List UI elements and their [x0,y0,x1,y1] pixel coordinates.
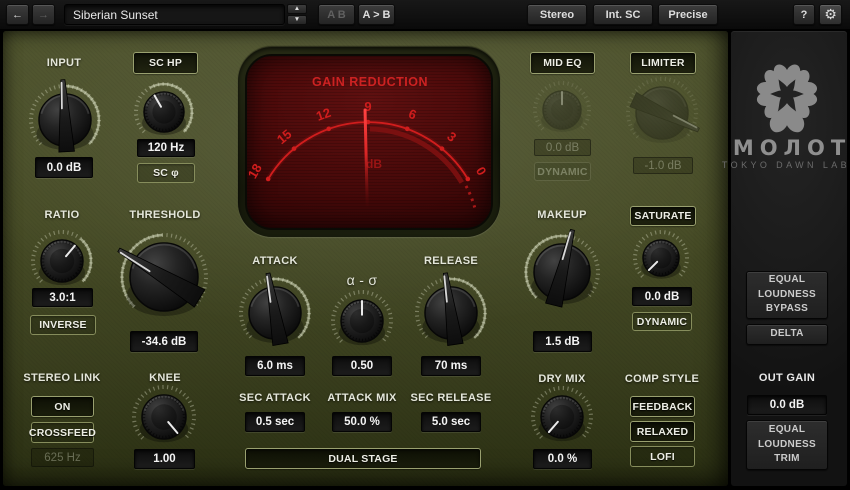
preset-name-field[interactable]: Siberian Sunset [64,4,285,25]
product-name: МОЛОТ [727,136,850,160]
arrow-right-icon: → [38,9,49,21]
preset-name: Siberian Sunset [73,8,158,22]
preset-down-button[interactable]: ▼ [287,15,307,25]
gear-icon: ⚙ [824,7,837,23]
saturate-knob[interactable] [626,223,696,293]
sec-attack-value[interactable]: 0.5 sec [245,412,305,432]
mid-eq-dynamic-button: DYNAMIC [534,162,591,181]
svg-text:GAIN REDUCTION: GAIN REDUCTION [312,75,428,89]
ab-copy-button[interactable]: A > B [358,4,395,25]
settings-button[interactable]: ⚙ [819,4,842,25]
triangle-down-icon: ▼ [294,17,300,24]
svg-text:6: 6 [407,106,419,123]
meter-glass: GAIN REDUCTION1815129630dB [245,54,493,230]
release-knob[interactable] [403,265,499,361]
svg-text:15: 15 [274,126,295,147]
sidechain-mode-button[interactable]: Int. SC [593,4,653,25]
out-gain-label: OUT GAIN [759,372,815,384]
svg-text:dB: dB [366,157,382,171]
equal-loudness-trim-button[interactable]: EQUAL LOUDNESS TRIM [746,420,828,470]
inverse-toggle-button[interactable]: INVERSE [30,315,96,335]
comp-style-label: COMP STYLE [625,373,699,385]
quality-mode-button[interactable]: Precise [658,4,718,25]
attack-mix-label: ATTACK MIX [327,392,396,404]
ratio-knob[interactable] [22,221,102,301]
threshold-knob[interactable] [103,216,225,338]
help-button[interactable]: ? [793,4,815,25]
sec-attack-label: SEC ATTACK [239,392,311,404]
preset-up-button[interactable]: ▲ [287,4,307,14]
ratio-label: RATIO [45,209,80,221]
dual-stage-button[interactable]: DUAL STAGE [245,448,481,469]
arrow-left-icon: ← [12,9,23,21]
svg-text:0: 0 [473,164,490,178]
comp-style-feedback-button[interactable]: FEEDBACK [630,396,695,417]
sc-phase-button[interactable]: SC φ [137,163,195,183]
comp-style-lofi-button[interactable]: LOFI [630,446,695,467]
equal-loudness-bypass-button[interactable]: EQUAL LOUDNESS BYPASS [746,271,828,319]
sc-hp-toggle-button[interactable]: SC HP [133,52,198,74]
alpha-sigma-knob[interactable] [322,281,402,361]
meter-needle [365,110,367,208]
meter-scale: GAIN REDUCTION1815129630dB [247,56,493,230]
delta-button[interactable]: DELTA [746,324,828,345]
svg-text:12: 12 [314,105,333,124]
preset-forward-button[interactable]: → [32,4,55,25]
crossfeed-freq-value: 625 Hz [31,448,94,467]
svg-text:18: 18 [247,161,265,181]
gain-reduction-meter: GAIN REDUCTION1815129630dB [238,47,500,237]
plugin-window: ← → Siberian Sunset ▲ ▼ A B A > B Stereo… [0,0,850,490]
svg-text:3: 3 [444,129,459,145]
ab-compare-button[interactable]: A B [318,4,355,25]
dry-mix-knob[interactable] [522,377,602,457]
knee-knob[interactable] [123,376,205,458]
channel-mode-button[interactable]: Stereo [527,4,587,25]
out-gain-value[interactable]: 0.0 dB [747,395,827,415]
makeup-label: MAKEUP [537,209,586,221]
makeup-knob[interactable] [511,221,613,323]
preset-back-button[interactable]: ← [6,4,29,25]
stereo-link-label: STEREO LINK [23,372,100,384]
sc-hp-knob[interactable] [126,74,202,150]
limiter-knob [614,65,710,161]
makeup-value[interactable]: 1.5 dB [533,331,592,352]
company-name: TOKYO DAWN LABS [719,160,850,170]
tdr-flower-logo-icon [747,53,827,135]
comp-style-relaxed-button[interactable]: RELAXED [630,421,695,442]
crossfeed-button[interactable]: CROSSFEED [31,422,94,443]
top-toolbar: ← → Siberian Sunset ▲ ▼ A B A > B Stereo… [0,0,850,29]
saturate-dynamic-button[interactable]: DYNAMIC [632,312,692,331]
attack-knob[interactable] [227,265,323,361]
sec-release-label: SEC RELEASE [411,392,492,404]
input-knob[interactable] [17,72,113,168]
triangle-up-icon: ▲ [294,6,300,13]
mid-eq-toggle-button[interactable]: MID EQ [530,52,595,74]
input-label: INPUT [47,57,82,69]
sec-release-value[interactable]: 5.0 sec [421,412,481,432]
attack-mix-value[interactable]: 50.0 % [332,412,392,432]
stereo-link-on-button[interactable]: ON [31,396,94,417]
mid-eq-knob [526,74,598,146]
